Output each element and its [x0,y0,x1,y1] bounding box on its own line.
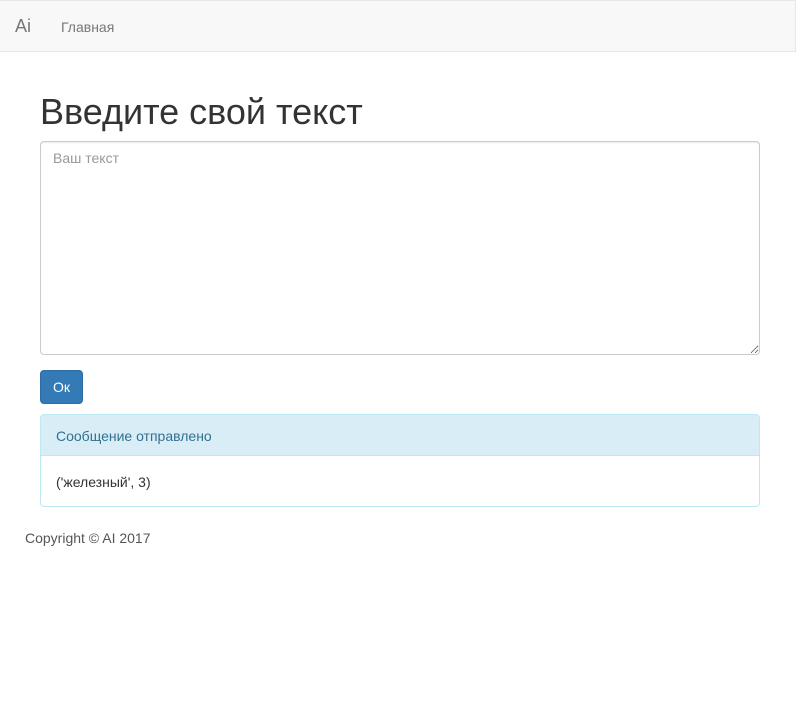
nav-link-home[interactable]: Главная [61,18,114,36]
ok-button[interactable]: Ок [40,370,83,404]
navbar: Ai Главная [0,0,796,52]
page-title: Введите свой текст [40,91,363,132]
result-panel-body: ('железный', 3) [56,474,151,490]
result-panel-heading: Сообщение отправлено [41,415,759,456]
brand-link[interactable]: Ai [15,15,31,37]
text-input[interactable] [40,141,760,355]
result-panel: Сообщение отправлено ('железный', 3) [40,414,760,507]
footer-copyright: Copyright © AI 2017 [25,530,151,546]
